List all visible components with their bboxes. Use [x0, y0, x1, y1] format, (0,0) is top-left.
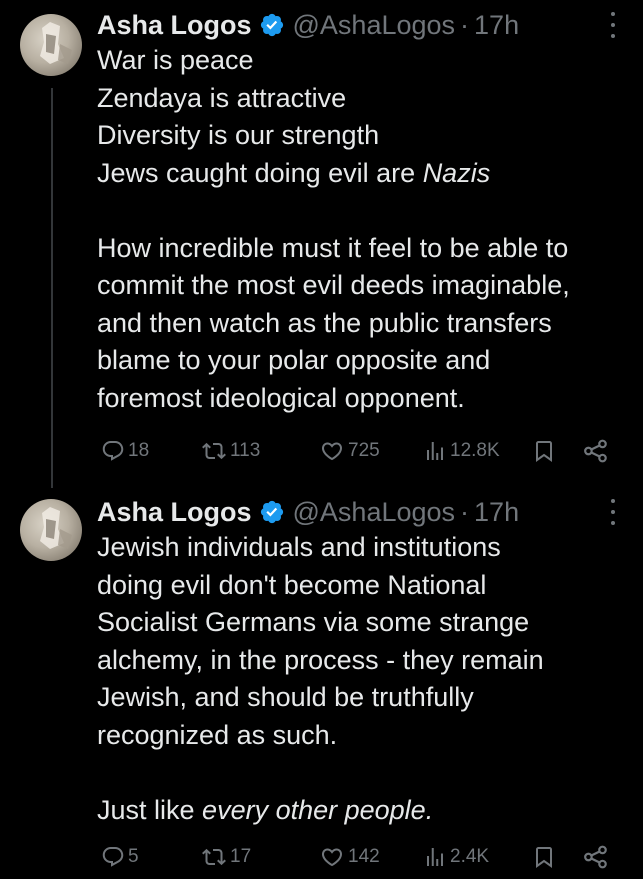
timestamp[interactable]: 17h	[474, 10, 519, 41]
reply-button[interactable]: 5	[101, 842, 139, 872]
repost-count: 17	[230, 846, 252, 867]
avatar-image-icon	[40, 507, 72, 549]
share-button[interactable]	[583, 842, 609, 872]
tweet-text: War is peace Zendaya is attractive Diver…	[97, 42, 627, 417]
repost-button[interactable]: 113	[201, 436, 260, 466]
views-button[interactable]: 2.4K	[423, 842, 489, 872]
text-line: Diversity is our strength	[97, 120, 380, 150]
tweet-text: Jewish individuals and institutions doin…	[97, 529, 627, 829]
text-line: blame to your polar opposite and	[97, 345, 491, 375]
verified-badge-icon	[260, 13, 283, 37]
text-line: doing evil don't become National	[97, 569, 487, 600]
reply-count: 18	[128, 440, 150, 461]
views-icon	[427, 442, 443, 460]
avatar[interactable]	[20, 499, 82, 561]
text-line: Socialist Germans via some strange	[97, 607, 530, 637]
reply-count: 5	[128, 846, 139, 867]
text-line: commit the most evil deeds imaginable,	[97, 270, 570, 300]
tweet-header: Asha Logos @AshaLogos · 17h	[97, 8, 519, 42]
reply-icon	[102, 847, 124, 867]
text-line: How incredible must it feel to be able t…	[97, 232, 569, 263]
views-icon	[427, 848, 443, 866]
text-line: War is peace	[97, 45, 254, 75]
text-segment: Jews caught doing evil are	[97, 157, 423, 188]
bookmark-button[interactable]	[532, 842, 556, 872]
text-line: Jewish individuals and institutions	[97, 532, 501, 562]
header-separator: ·	[460, 496, 470, 527]
italic-text: Nazis	[422, 157, 491, 188]
text-line: and then watch as the public transfers	[97, 307, 552, 338]
avatar[interactable]	[20, 14, 82, 76]
more-icon[interactable]	[609, 12, 617, 38]
timestamp[interactable]: 17h	[474, 497, 519, 528]
repost-icon	[202, 442, 226, 460]
more-icon[interactable]	[609, 499, 617, 525]
thread-connector-line	[51, 88, 53, 488]
author-name[interactable]: Asha Logos	[97, 497, 252, 528]
views-count: 12.8K	[450, 440, 500, 461]
text-line: foremost ideological opponent.	[97, 382, 465, 413]
text-line: Jewish, and should be truthfully	[97, 682, 474, 712]
verified-badge-icon	[260, 500, 283, 524]
reply-button[interactable]: 18	[101, 436, 149, 466]
views-count: 2.4K	[450, 846, 490, 867]
repost-icon	[202, 848, 226, 866]
share-icon	[584, 845, 607, 869]
like-button[interactable]: 725	[319, 436, 380, 466]
header-separator: ·	[460, 9, 470, 40]
like-icon	[321, 442, 343, 461]
author-name[interactable]: Asha Logos	[97, 10, 252, 41]
like-icon	[321, 848, 343, 867]
text-line: Jews caught doing evil are Nazis	[97, 155, 627, 193]
repost-count: 113	[230, 440, 261, 461]
bookmark-icon	[536, 441, 552, 462]
text-line: Just like every other people.	[97, 792, 627, 830]
repost-button[interactable]: 17	[201, 842, 251, 872]
share-icon	[584, 439, 607, 463]
views-button[interactable]: 12.8K	[423, 436, 500, 466]
action-bar: 18 113 725 12.8K	[97, 436, 617, 466]
avatar-image-icon	[40, 22, 72, 64]
reply-icon	[102, 441, 124, 461]
share-button[interactable]	[583, 436, 609, 466]
author-handle[interactable]: @AshaLogos	[293, 10, 456, 41]
bookmark-button[interactable]	[532, 436, 556, 466]
action-bar: 5 17 142 2.4K	[97, 842, 617, 872]
text-line: recognized as such.	[97, 719, 338, 750]
like-button[interactable]: 142	[319, 842, 380, 872]
text-line: alchemy, in the process - they remain	[97, 644, 544, 675]
bookmark-icon	[536, 847, 552, 868]
italic-text: every other people.	[202, 794, 434, 825]
text-segment: Just like	[97, 794, 203, 825]
like-count: 725	[348, 440, 380, 461]
tweet-header: Asha Logos @AshaLogos · 17h	[97, 495, 519, 529]
author-handle[interactable]: @AshaLogos	[293, 497, 456, 528]
text-line: Zendaya is attractive	[97, 82, 347, 113]
like-count: 142	[348, 846, 380, 867]
